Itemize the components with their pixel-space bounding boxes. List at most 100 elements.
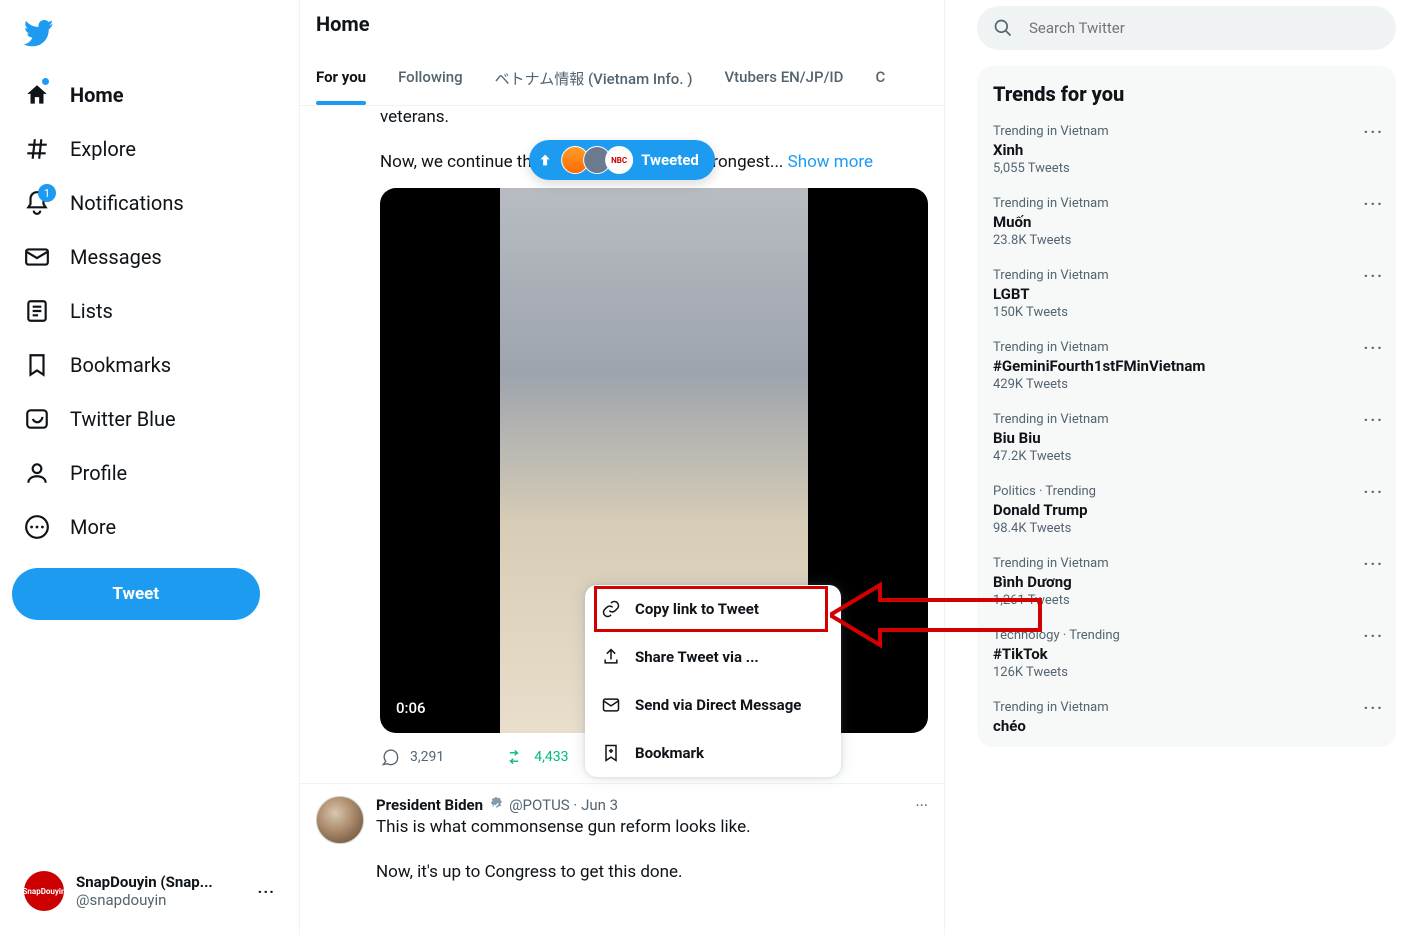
trend-item[interactable]: Trending in Vietnam LGBT 150K Tweets ··· xyxy=(977,258,1396,330)
nav-label: Notifications xyxy=(70,191,184,215)
trend-count: 1,261 Tweets xyxy=(993,593,1380,608)
trend-count: 98.4K Tweets xyxy=(993,521,1380,536)
share-item-label: Bookmark xyxy=(635,744,704,762)
retweet-icon xyxy=(504,747,524,767)
tweet-author-handle[interactable]: @POTUS xyxy=(509,796,570,814)
share-dm[interactable]: Send via Direct Message xyxy=(585,681,841,729)
trend-more-button[interactable]: ··· xyxy=(1364,338,1384,357)
trend-more-button[interactable]: ··· xyxy=(1364,698,1384,717)
twitter-logo[interactable] xyxy=(12,8,287,66)
trend-count: 150K Tweets xyxy=(993,305,1380,320)
trend-context: Trending in Vietnam xyxy=(993,196,1380,211)
trend-item[interactable]: Politics · Trending Donald Trump 98.4K Twe… xyxy=(977,474,1396,546)
account-switcher[interactable]: SnapDouyin SnapDouyin (Snap... @snapdouy… xyxy=(12,859,287,923)
search-input[interactable] xyxy=(1029,19,1380,37)
show-more-link[interactable]: Show more xyxy=(788,152,873,172)
trend-context: Trending in Vietnam xyxy=(993,124,1380,139)
trends-box: Trends for you Trending in VietnamXinh5,… xyxy=(977,66,1396,747)
tweet-author-name[interactable]: President Biden xyxy=(376,796,483,814)
nav-twitter-blue[interactable]: Twitter Blue xyxy=(12,394,287,444)
trend-name: Donald Trump xyxy=(993,501,1380,519)
share-icon xyxy=(601,647,621,667)
reply-count: 3,291 xyxy=(410,749,444,765)
tab-overflow[interactable]: C xyxy=(859,52,901,105)
nav-label: Explore xyxy=(70,137,136,161)
main-column: Home For you Following ベトナム情報 (Vietnam I… xyxy=(300,0,945,935)
new-tweets-pill[interactable]: NBC Tweeted xyxy=(529,140,715,180)
trend-more-button[interactable]: ··· xyxy=(1364,266,1384,285)
share-item-label: Send via Direct Message xyxy=(635,696,801,714)
nav-home[interactable]: Home xyxy=(12,70,287,120)
trend-count: 5,055 Tweets xyxy=(993,161,1380,176)
nav-label: Lists xyxy=(70,299,113,323)
retweet-count: 4,433 xyxy=(534,749,568,765)
account-handle: @snapdouyin xyxy=(76,891,246,909)
trend-more-button[interactable]: ··· xyxy=(1364,626,1384,645)
share-copy-link[interactable]: Copy link to Tweet xyxy=(585,585,841,633)
nav-messages[interactable]: Messages xyxy=(12,232,287,282)
trend-name: Xinh xyxy=(993,141,1380,159)
trend-item[interactable]: Trending in VietnamBình Dương1,261 Tweet… xyxy=(977,546,1396,618)
trend-context: Technology · Trending xyxy=(993,628,1380,643)
nav-profile[interactable]: Profile xyxy=(12,448,287,498)
sidebar-right: Trends for you Trending in VietnamXinh5,… xyxy=(945,0,1420,935)
tab-for-you[interactable]: For you xyxy=(300,52,382,105)
tweet-avatar[interactable] xyxy=(316,796,364,844)
nav-more[interactable]: More xyxy=(12,502,287,552)
tweet-button[interactable]: Tweet xyxy=(12,568,260,620)
trend-name: #GeminiFourth1stFMinVietnam xyxy=(993,357,1380,375)
trend-more-button[interactable]: ··· xyxy=(1364,194,1384,213)
share-bookmark[interactable]: Bookmark xyxy=(585,729,841,777)
trend-name: chéo xyxy=(993,717,1380,735)
trend-item[interactable]: Trending in Vietnamchéo··· xyxy=(977,690,1396,747)
trend-name: #TikTok xyxy=(993,645,1380,663)
trend-item[interactable]: Trending in Vietnam Muốn 23.8K Tweets ··· xyxy=(977,186,1396,258)
search-icon xyxy=(993,18,1013,38)
nav-label: Home xyxy=(70,83,124,107)
nav-label: More xyxy=(70,515,116,539)
retweet-button[interactable]: 4,433 xyxy=(504,747,568,767)
tweet-text-line: This is what commonsense gun reform look… xyxy=(376,816,928,839)
tweet-item[interactable]: President Biden @POTUS · Jun 3 This is w… xyxy=(300,783,944,884)
nav-bookmarks[interactable]: Bookmarks xyxy=(12,340,287,390)
trend-count: 23.8K Tweets xyxy=(993,233,1380,248)
tweet-more-button[interactable]: ··· xyxy=(915,796,928,815)
trend-context: Politics · Trending xyxy=(993,484,1380,499)
share-via[interactable]: Share Tweet via ... xyxy=(585,633,841,681)
bird-icon xyxy=(24,20,54,50)
trend-context: Trending in Vietnam xyxy=(993,268,1380,283)
nav-label: Bookmarks xyxy=(70,353,171,377)
bookmark-add-icon xyxy=(601,743,621,763)
trend-more-button[interactable]: ··· xyxy=(1364,122,1384,141)
person-icon xyxy=(24,460,50,486)
tab-following[interactable]: Following xyxy=(382,52,479,105)
trend-name: Muốn xyxy=(993,213,1380,231)
nav-notifications[interactable]: 1 Notifications xyxy=(12,178,287,228)
nav-lists[interactable]: Lists xyxy=(12,286,287,336)
share-item-label: Copy link to Tweet xyxy=(635,600,759,618)
trend-more-button[interactable]: ··· xyxy=(1364,410,1384,429)
tweet-date[interactable]: Jun 3 xyxy=(581,796,618,814)
trend-count: 47.2K Tweets xyxy=(993,449,1380,464)
trend-name: LGBT xyxy=(993,285,1380,303)
search-box[interactable] xyxy=(977,6,1396,50)
trend-more-button[interactable]: ··· xyxy=(1364,482,1384,501)
link-icon xyxy=(601,599,621,619)
feed-tabs: For you Following ベトナム情報 (Vietnam Info. … xyxy=(300,52,944,106)
nav-explore[interactable]: Explore xyxy=(12,124,287,174)
trend-item[interactable]: Trending in Vietnam Xinh 5,055 Tweets ··· xyxy=(977,114,1396,186)
reply-icon xyxy=(380,747,400,767)
trend-item[interactable]: Trending in VietnamBiu Biu47.2K Tweets··… xyxy=(977,402,1396,474)
trend-item[interactable]: Technology · Trending#TikTok126K Tweets·… xyxy=(977,618,1396,690)
tab-vietnam-info[interactable]: ベトナム情報 (Vietnam Info. ) xyxy=(479,52,709,105)
share-item-label: Share Tweet via ... xyxy=(635,648,759,666)
tab-vtubers[interactable]: Vtubers EN/JP/ID xyxy=(708,52,859,105)
share-menu: Copy link to Tweet Share Tweet via ... S… xyxy=(585,585,841,777)
more-circle-icon xyxy=(24,514,50,540)
trend-item[interactable]: Trending in Vietnam#GeminiFourth1stFMinV… xyxy=(977,330,1396,402)
list-icon xyxy=(24,298,50,324)
reply-button[interactable]: 3,291 xyxy=(380,747,444,767)
trend-more-button[interactable]: ··· xyxy=(1364,554,1384,573)
notification-badge: 1 xyxy=(38,184,56,202)
video-timestamp: 0:06 xyxy=(396,699,426,717)
